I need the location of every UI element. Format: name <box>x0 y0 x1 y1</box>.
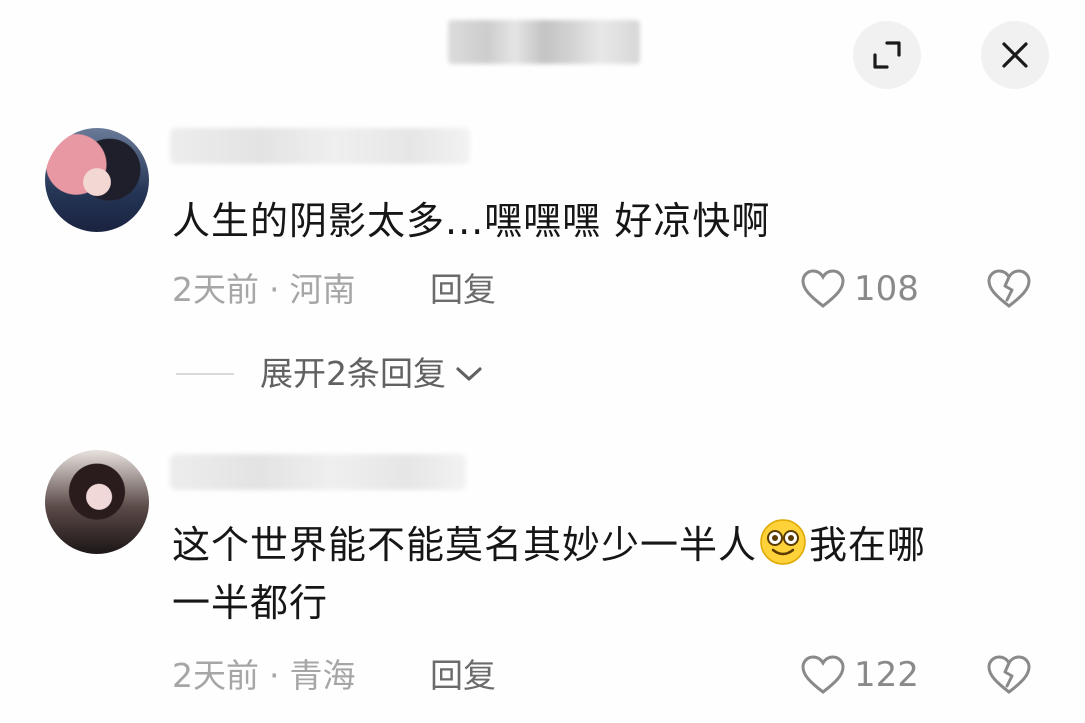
comment-time: 2天前 <box>172 656 259 695</box>
expand-divider <box>176 373 234 375</box>
comment-text-part: 我在哪 <box>809 523 927 567</box>
blurred-username[interactable] <box>170 454 466 490</box>
blurred-username[interactable] <box>170 128 470 164</box>
chevron-down-icon <box>456 367 482 381</box>
comment-text: 人生的阴影太多...嘿嘿嘿 好凉快啊 <box>172 199 771 243</box>
comment-location: 河南 <box>289 270 356 309</box>
avatar[interactable] <box>45 450 149 554</box>
comment-text-line: 一半都行 <box>172 581 329 625</box>
expand-replies-button[interactable]: 展开2条回复 <box>176 352 484 396</box>
expand-corner-icon <box>873 41 901 69</box>
comment-text-part: 这个世界能不能莫名其妙少一半人 <box>172 523 758 567</box>
broken-heart-icon <box>987 269 1031 308</box>
meta-separator: · <box>269 270 280 309</box>
blurred-title <box>448 20 640 64</box>
reply-button[interactable]: 回复 <box>430 270 496 310</box>
like-count: 108 <box>854 269 919 309</box>
expand-replies-label: 展开2条回复 <box>260 354 446 393</box>
close-button[interactable] <box>981 21 1049 89</box>
expand-button[interactable] <box>853 21 921 89</box>
like-count: 122 <box>854 655 919 695</box>
heart-icon <box>801 269 845 308</box>
comment-time: 2天前 <box>172 270 259 309</box>
heart-icon <box>801 655 845 694</box>
dislike-button[interactable] <box>986 268 1032 314</box>
comment-location: 青海 <box>289 656 356 695</box>
comment-meta: 2天前 · 青海 <box>172 656 356 696</box>
comment-text: 这个世界能不能莫名其妙少一半人 我在哪 一半都行 <box>172 516 1012 632</box>
avatar[interactable] <box>45 128 149 232</box>
smiling-face-emoji <box>760 519 806 565</box>
comment-meta: 2天前 · 河南 <box>172 270 356 310</box>
like-button[interactable]: 122 <box>800 654 919 696</box>
meta-separator: · <box>269 656 280 695</box>
close-x-icon <box>1002 42 1028 68</box>
like-button[interactable]: 108 <box>800 268 919 310</box>
broken-heart-icon <box>987 655 1031 694</box>
dislike-button[interactable] <box>986 654 1032 700</box>
comment-panel: 人生的阴影太多...嘿嘿嘿 好凉快啊 2天前 · 河南 回复 108 展开2条回复 … <box>0 0 1085 723</box>
reply-button[interactable]: 回复 <box>430 656 496 696</box>
